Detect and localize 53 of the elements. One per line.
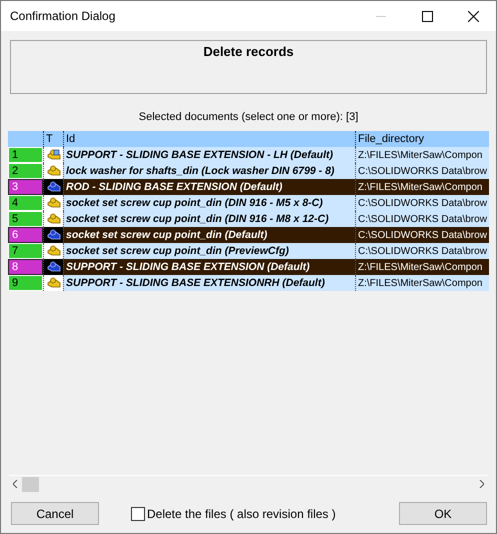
table-cell: socket set screw cup point_din (Default)	[63, 227, 355, 243]
scroll-right-icon[interactable]	[479, 480, 484, 488]
corner-header	[8, 131, 43, 147]
table-cell: socket set screw cup point_din (PreviewCfg)	[63, 243, 355, 259]
table-cell: C:\SOLIDWORKS Data\brow	[355, 227, 489, 243]
part-icon	[46, 245, 60, 257]
table-cell: SUPPORT - SLIDING BASE EXTENSION - LH (Default)	[63, 147, 355, 163]
row-number[interactable]: 4	[8, 195, 43, 211]
part-icon	[46, 197, 60, 209]
part-icon	[46, 181, 60, 193]
row-number[interactable]: 3	[8, 179, 43, 195]
row-number[interactable]: 5	[8, 211, 43, 227]
part-icon	[46, 277, 60, 289]
row-number[interactable]: 2	[8, 163, 43, 179]
row-number[interactable]: 1	[8, 147, 43, 163]
horizontal-scrollbar[interactable]	[9, 475, 488, 492]
table-cell: Z:\FILES\MiterSaw\Compon	[355, 147, 489, 163]
ok-button[interactable]: OK	[399, 502, 487, 525]
selection-label: Selected documents (select one or more): [3]	[138, 111, 358, 123]
part-icon	[46, 261, 60, 273]
table-cell: SUPPORT - SLIDING BASE EXTENSION (Default)	[63, 259, 355, 275]
table-cell: C:\SOLIDWORKS Data\brow	[355, 163, 489, 179]
assembly-icon	[46, 149, 60, 161]
column-header[interactable]: Id	[63, 131, 355, 147]
row-number[interactable]: 7	[8, 243, 43, 259]
table-cell: C:\SOLIDWORKS Data\brow	[355, 211, 489, 227]
table-cell: socket set screw cup point_din (DIN 916 - M8 x 12-C)	[63, 211, 355, 227]
window-title: Confirmation Dialog	[10, 9, 116, 23]
cancel-button[interactable]: Cancel	[11, 502, 99, 525]
part-icon	[46, 229, 60, 241]
checkbox-label: Delete the files ( also revision files )	[147, 506, 336, 520]
table-cell: Z:\FILES\MiterSaw\Compon	[355, 259, 489, 275]
part-icon	[46, 213, 60, 225]
table-cell: SUPPORT - SLIDING BASE EXTENSIONRH (Default)	[63, 275, 355, 291]
header-title: Delete records	[203, 44, 294, 60]
row-number[interactable]: 8	[8, 259, 43, 275]
maximize-icon	[422, 10, 432, 22]
table-cell: lock washer for shafts_din (Lock washer DIN 6799 - 8)	[63, 163, 355, 179]
table-cell: C:\SOLIDWORKS Data\brow	[355, 195, 489, 211]
table-cell: C:\SOLIDWORKS Data\brow	[355, 243, 489, 259]
column-header[interactable]: T	[43, 131, 63, 147]
table-cell: Z:\FILES\MiterSaw\Compon	[355, 179, 489, 195]
row-number[interactable]: 9	[8, 275, 43, 291]
table-cell: ROD - SLIDING BASE EXTENSION (Default)	[63, 179, 355, 195]
checkbox[interactable]	[131, 506, 145, 520]
close-icon	[468, 10, 478, 22]
table-cell: Z:\FILES\MiterSaw\Compon	[355, 275, 489, 291]
scroll-thumb[interactable]	[22, 476, 39, 492]
row-number[interactable]: 6	[8, 227, 43, 243]
part-icon	[46, 165, 60, 177]
table-cell: socket set screw cup point_din (DIN 916 - M5 x 8-C)	[63, 195, 355, 211]
column-header[interactable]: File_directory	[355, 131, 489, 147]
scroll-left-icon[interactable]	[13, 480, 18, 488]
